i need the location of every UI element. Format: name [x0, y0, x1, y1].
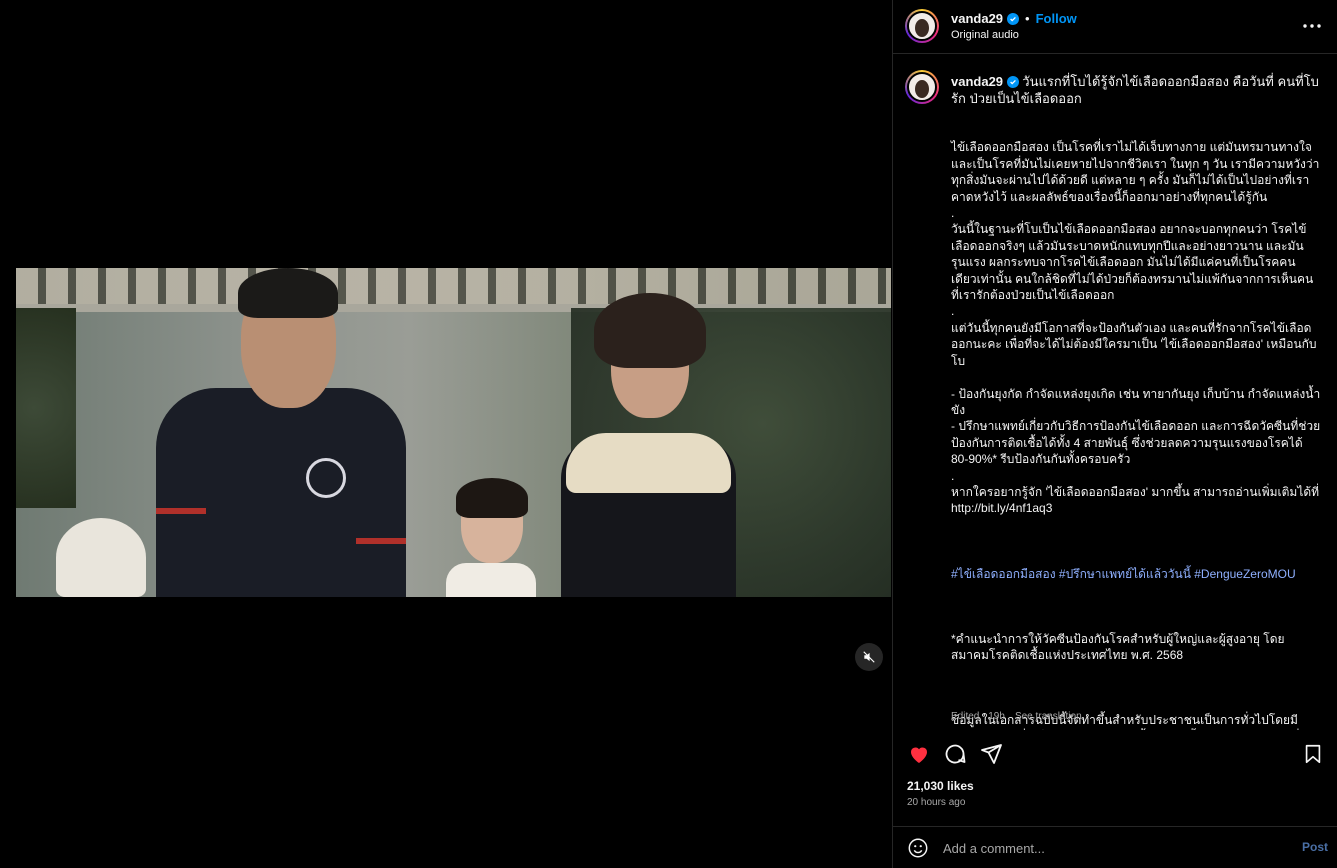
emoji-icon [908, 838, 928, 858]
bookmark-icon [1305, 744, 1321, 764]
post-viewer: vanda29 • Follow Original audio vanda29 [0, 0, 1337, 868]
man-figure [156, 388, 406, 597]
post-header: vanda29 • Follow Original audio [893, 0, 1337, 54]
post-comment-button[interactable]: Post [1302, 840, 1328, 854]
action-bar [893, 737, 1337, 771]
muted-speaker-icon [863, 651, 875, 663]
video-area[interactable] [0, 0, 892, 868]
mute-button[interactable] [855, 643, 883, 671]
share-button[interactable] [978, 741, 1004, 767]
avatar[interactable] [905, 9, 939, 43]
verified-badge-icon [1006, 76, 1019, 88]
post-timestamp[interactable]: 20 hours ago [907, 797, 965, 808]
caption-note: *คำแนะนำการให้วัคซีนป้องกันโรคสำหรับผู้ใ… [951, 631, 1285, 663]
separator-dot: • [1025, 11, 1030, 26]
comment-button[interactable] [942, 741, 968, 767]
avatar[interactable] [905, 70, 939, 104]
edited-time: Edited · 19h [951, 711, 1005, 722]
comment-input[interactable] [943, 839, 1263, 857]
video-frame[interactable] [16, 268, 891, 597]
follow-button[interactable]: Follow [1036, 11, 1077, 26]
dog-figure [56, 518, 146, 597]
comment-bar: Post [893, 826, 1337, 868]
comment-icon [945, 744, 966, 764]
caption-headline: vanda29 วันแรกที่โบได้รู้จักไข้เลือดออกม… [951, 73, 1321, 107]
hashtag-links[interactable]: #ไข้เลือดออกมือสอง #ปรึกษาแพทย์ได้แล้ววั… [951, 566, 1321, 582]
see-translation-link[interactable]: See translation [1015, 711, 1082, 722]
likes-count[interactable]: 21,030 likes [907, 779, 974, 793]
save-button[interactable] [1300, 741, 1326, 767]
heart-icon [911, 747, 927, 763]
caption-meta: Edited · 19h See translation [951, 711, 1082, 722]
caption-text: ไข้เลือดออกมือสอง เป็นโรคที่เราไม่ได้เจ็… [951, 123, 1321, 730]
send-icon [981, 744, 1002, 764]
caption-username[interactable]: vanda29 [951, 74, 1003, 89]
emoji-button[interactable] [907, 837, 929, 859]
username-link[interactable]: vanda29 [951, 11, 1003, 26]
like-button[interactable] [906, 741, 932, 767]
child-figure [446, 563, 536, 597]
audio-link[interactable]: Original audio [951, 29, 1019, 41]
more-options-button[interactable] [1301, 15, 1323, 37]
caption-section[interactable]: vanda29 วันแรกที่โบได้รู้จักไข้เลือดออกม… [893, 55, 1337, 730]
caption-body: ไข้เลือดออกมือสอง เป็นโรคที่เราไม่ได้เจ็… [951, 140, 1321, 516]
verified-badge-icon [1007, 12, 1020, 25]
more-dots-icon [1303, 24, 1321, 28]
caption-headline-text: วันแรกที่โบได้รู้จักไข้เลือดออกมือสอง คื… [951, 74, 1319, 106]
post-sidebar: vanda29 • Follow Original audio vanda29 [892, 0, 1337, 868]
